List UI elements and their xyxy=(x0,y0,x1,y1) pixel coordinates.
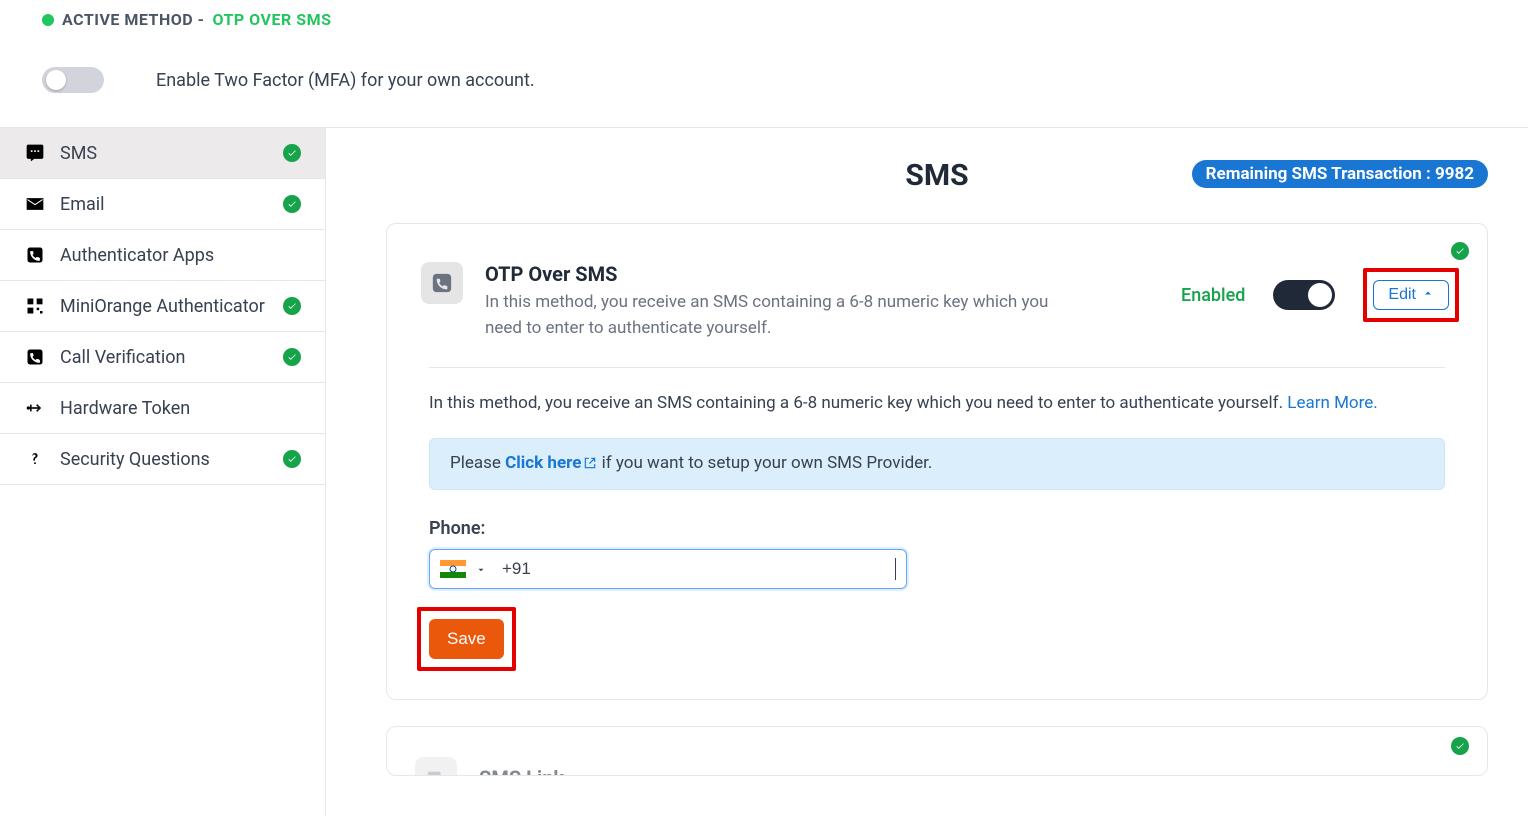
external-link-icon xyxy=(583,455,597,475)
sidebar-item-security-questions[interactable]: Security Questions xyxy=(0,434,325,485)
sidebar: SMS Email Authenticator Ap xyxy=(0,128,326,816)
sidebar-item-label: Security Questions xyxy=(60,449,210,470)
text-cursor xyxy=(895,558,896,580)
sidebar-item-miniorange-auth[interactable]: MiniOrange Authenticator xyxy=(0,281,325,332)
country-dropdown[interactable] xyxy=(476,560,486,579)
mfa-toggle[interactable] xyxy=(42,67,104,93)
mfa-toggle-label: Enable Two Factor (MFA) for your own acc… xyxy=(156,70,535,91)
check-icon xyxy=(283,144,301,162)
check-icon xyxy=(1451,242,1469,260)
click-here-link[interactable]: Click here xyxy=(505,453,597,473)
otp-over-sms-card: OTP Over SMS In this method, you receive… xyxy=(386,223,1488,700)
phone-input-group[interactable] xyxy=(429,549,907,589)
check-icon xyxy=(283,297,301,315)
status-dot-icon xyxy=(42,14,54,26)
active-method-label: ACTIVE METHOD - xyxy=(62,10,204,29)
sms-provider-info: Please Click here if you want to setup y… xyxy=(429,438,1445,490)
mail-icon xyxy=(24,193,46,215)
question-icon xyxy=(24,448,46,470)
check-icon xyxy=(283,450,301,468)
card-title: OTP Over SMS xyxy=(485,262,1159,286)
edit-button[interactable]: Edit xyxy=(1373,280,1449,310)
sms-link-card: SMS Link xyxy=(386,726,1488,776)
highlight-box: Edit xyxy=(1363,268,1459,322)
method-description: In this method, you receive an SMS conta… xyxy=(415,390,1459,416)
divider xyxy=(429,367,1445,368)
sidebar-item-hardware-token[interactable]: Hardware Token xyxy=(0,383,325,434)
sidebar-item-label: SMS xyxy=(60,143,97,164)
highlight-box: Save xyxy=(417,607,516,671)
phone-square-icon xyxy=(421,262,463,304)
sidebar-item-label: Call Verification xyxy=(60,347,185,368)
enabled-status: Enabled xyxy=(1181,285,1245,306)
page-title: SMS xyxy=(905,158,968,193)
learn-more-link[interactable]: Learn More. xyxy=(1287,393,1377,413)
otp-sms-toggle[interactable] xyxy=(1273,280,1335,310)
sidebar-item-label: MiniOrange Authenticator xyxy=(60,296,265,317)
sidebar-item-email[interactable]: Email xyxy=(0,179,325,230)
check-icon xyxy=(1451,737,1469,755)
phone-square-icon xyxy=(24,346,46,368)
sidebar-item-label: Email xyxy=(60,194,105,215)
sms-icon xyxy=(24,142,46,164)
save-button[interactable]: Save xyxy=(429,619,504,659)
active-method-value: OTP OVER SMS xyxy=(212,10,331,29)
sidebar-item-sms[interactable]: SMS xyxy=(0,128,325,179)
sidebar-item-call-verification[interactable]: Call Verification xyxy=(0,332,325,383)
sidebar-item-label: Authenticator Apps xyxy=(60,245,214,266)
check-icon xyxy=(283,195,301,213)
card-title: SMS Link xyxy=(479,766,564,776)
remaining-sms-badge: Remaining SMS Transaction : 9982 xyxy=(1192,160,1488,188)
check-icon xyxy=(283,348,301,366)
sms-link-icon xyxy=(415,757,457,776)
usb-icon xyxy=(24,397,46,419)
sidebar-item-label: Hardware Token xyxy=(60,398,190,419)
phone-input[interactable] xyxy=(496,559,896,579)
phone-square-icon xyxy=(24,244,46,266)
phone-label: Phone: xyxy=(429,518,1445,539)
qr-icon xyxy=(24,295,46,317)
chevron-up-icon xyxy=(1422,286,1434,304)
india-flag-icon xyxy=(440,560,466,578)
card-description: In this method, you receive an SMS conta… xyxy=(485,290,1075,341)
sidebar-item-authenticator-apps[interactable]: Authenticator Apps xyxy=(0,230,325,281)
